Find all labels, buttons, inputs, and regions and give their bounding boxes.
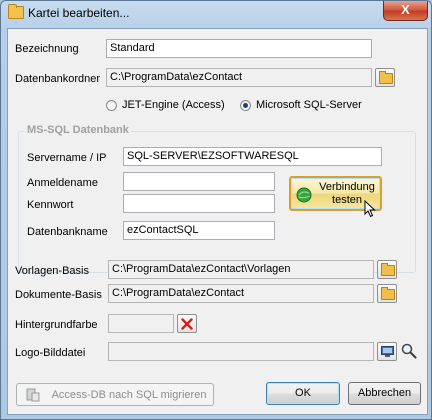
folder-icon	[381, 287, 395, 300]
anmeldename-input[interactable]	[123, 172, 275, 191]
logo-select-button[interactable]	[377, 342, 397, 361]
datenbankordner-label: Datenbankordner	[15, 73, 101, 85]
folder-icon	[381, 263, 395, 276]
hintergrundfarbe-clear-button[interactable]	[177, 314, 197, 333]
datenbankordner-browse-button[interactable]	[375, 68, 395, 87]
verbindung-testen-button[interactable]: Verbindung testen	[289, 176, 382, 218]
servername-input[interactable]: SQL-SERVER\EZSOFTWARESQL	[123, 147, 382, 166]
database-icon	[26, 388, 40, 402]
magnifier-icon[interactable]	[401, 343, 417, 359]
dokumente-basis-input[interactable]: C:\ProgramData\ezContact	[108, 284, 374, 303]
hintergrundfarbe-label: Hintergrundfarbe	[15, 319, 98, 331]
globe-check-icon	[296, 187, 312, 203]
bezeichnung-label: Bezeichnung	[15, 43, 79, 55]
vorlagen-basis-input[interactable]: C:\ProgramData\ezContact\Vorlagen	[108, 260, 374, 279]
vorlagen-browse-button[interactable]	[377, 260, 397, 279]
monitor-icon	[381, 346, 394, 357]
dokumente-browse-button[interactable]	[377, 284, 397, 303]
kennwort-input[interactable]	[123, 194, 275, 213]
dialog-body: Bezeichnung Standard Datenbankordner C:\…	[7, 28, 428, 415]
sql-server-label: Microsoft SQL-Server	[256, 99, 362, 111]
anmeldename-label: Anmeldename	[27, 177, 98, 189]
datenbankname-label: Datenbankname	[27, 226, 108, 238]
clear-x-icon	[181, 318, 193, 330]
vorlagen-basis-label: Vorlagen-Basis	[15, 265, 89, 277]
logo-bilddatei-label: Logo-Bilddatei	[15, 347, 86, 359]
logo-bilddatei-input[interactable]	[108, 342, 374, 361]
jet-engine-radio[interactable]	[106, 100, 117, 111]
ok-button[interactable]: OK	[266, 382, 340, 405]
hintergrundfarbe-swatch[interactable]	[108, 314, 174, 333]
folder-icon	[8, 4, 24, 19]
datenbankordner-input[interactable]: C:\ProgramData\ezContact	[106, 68, 372, 87]
servername-label: Servername / IP	[27, 152, 107, 164]
folder-icon	[379, 71, 393, 84]
jet-engine-label: JET-Engine (Access)	[122, 99, 225, 111]
bezeichnung-input[interactable]: Standard	[106, 39, 372, 58]
title-bar[interactable]: Kartei bearbeiten... X	[1, 1, 431, 27]
dialog-window: Kartei bearbeiten... X Bezeichnung Stand…	[0, 0, 432, 420]
window-title: Kartei bearbeiten...	[28, 6, 130, 20]
migrate-button[interactable]: Access-DB nach SQL migrieren	[16, 383, 214, 406]
dokumente-basis-label: Dokumente-Basis	[15, 289, 102, 301]
close-button[interactable]: X	[383, 1, 428, 21]
mssql-group-title: MS-SQL Datenbank	[25, 124, 131, 136]
kennwort-label: Kennwort	[27, 199, 74, 211]
mouse-cursor-icon	[364, 200, 376, 218]
abbrechen-button[interactable]: Abbrechen	[348, 382, 421, 405]
datenbankname-input[interactable]: ezContactSQL	[123, 221, 275, 240]
migrate-label: Access-DB nach SQL migrieren	[51, 389, 207, 401]
sql-server-radio[interactable]	[240, 100, 251, 111]
verbindung-label: Verbindung	[319, 181, 375, 193]
